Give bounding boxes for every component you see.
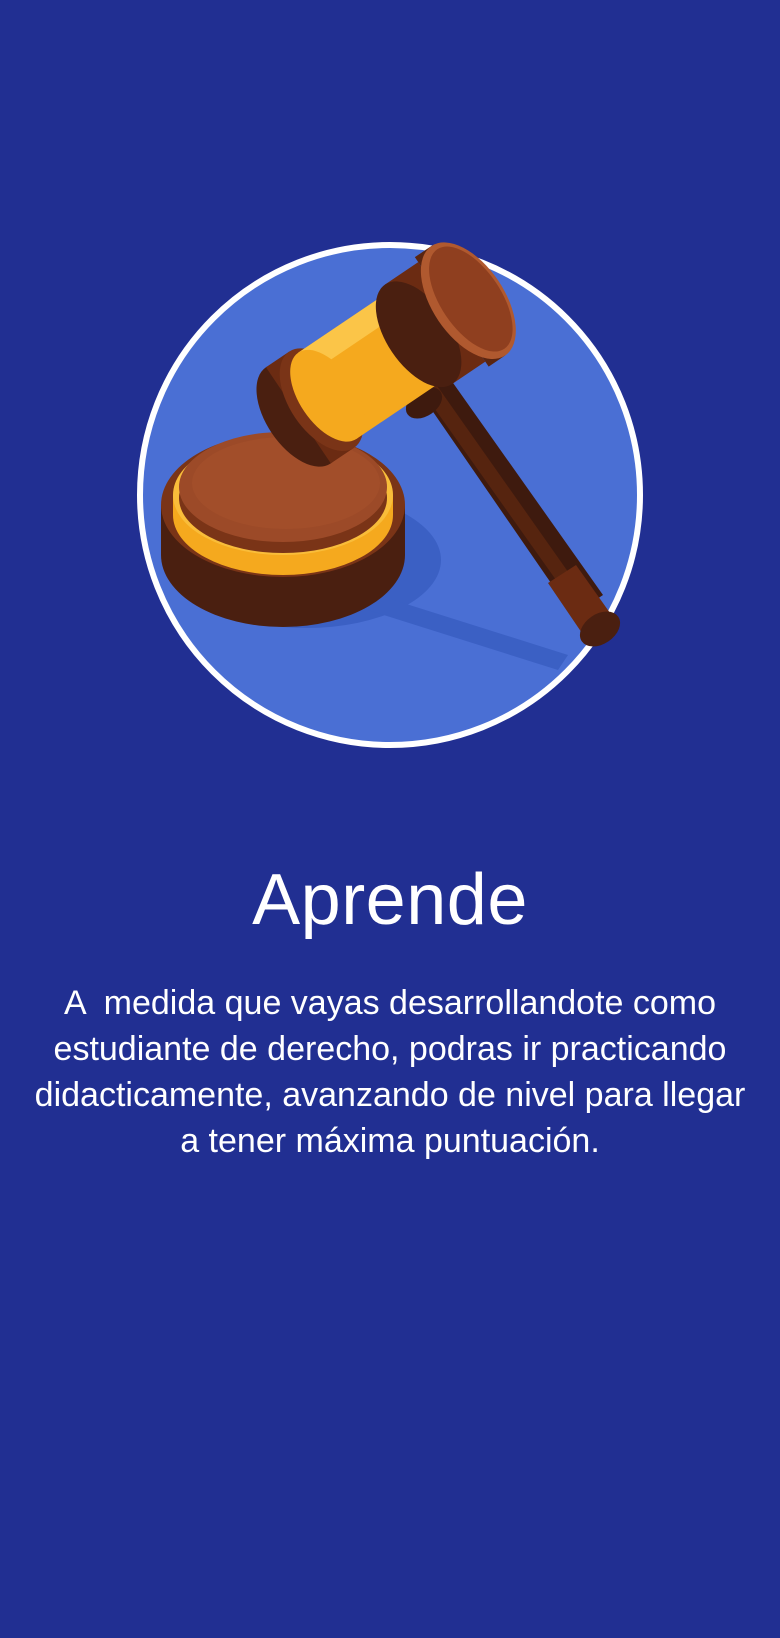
onboarding-description: A medida que vayas desarrollandote como … — [34, 984, 755, 1160]
onboarding-screen: Aprende A medida que vayas desarrollando… — [0, 0, 780, 1638]
gavel-icon — [137, 242, 643, 748]
page-title: Aprende — [252, 860, 528, 940]
gavel-illustration — [128, 215, 648, 755]
